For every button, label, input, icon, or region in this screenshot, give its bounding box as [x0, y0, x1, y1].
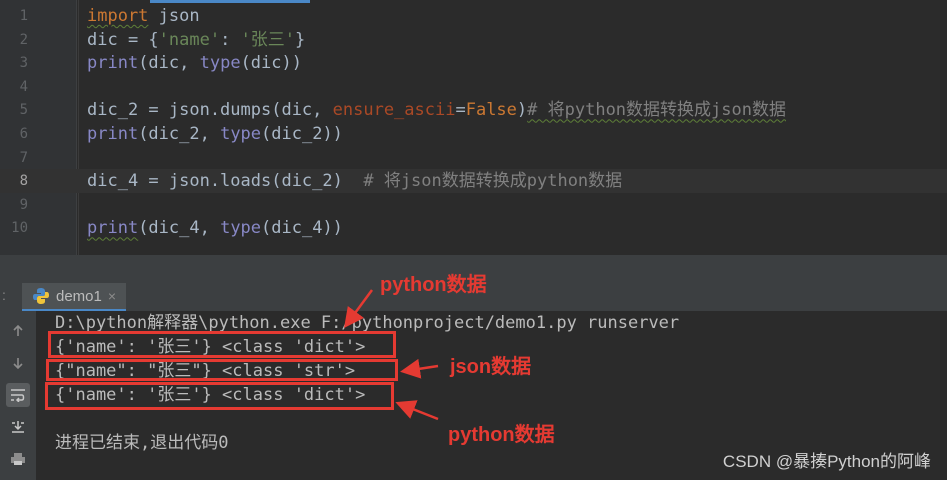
code-token: ensure_ascii	[332, 100, 456, 121]
code-text[interactable]: print(dic_4, type(dic_4))	[87, 216, 343, 240]
code-line[interactable]: 4	[0, 75, 947, 99]
code-token: '张三'	[240, 29, 296, 50]
line-number: 8	[19, 173, 28, 190]
code-token: (dic_2))	[261, 124, 343, 144]
print-icon[interactable]	[6, 447, 30, 471]
run-tab-demo1[interactable]: demo1 ×	[22, 283, 127, 311]
line-number: 6	[19, 126, 28, 142]
close-icon[interactable]: ×	[108, 288, 116, 304]
code-line[interactable]: 5 dic_2 = json.dumps(dic, ensure_ascii=Fa…	[0, 98, 947, 122]
code-token: print	[87, 218, 139, 239]
code-token: =	[455, 100, 466, 121]
code-token: (dic_2,	[138, 124, 221, 144]
code-text[interactable]: dic_4 = json.loads(dic_2) # 将json数据转换成py…	[87, 169, 622, 193]
code-token: dic_4 = json.loads(dic_2)	[87, 171, 364, 192]
line-number: 4	[19, 78, 28, 95]
code-token: # 将python数据转换成json数据	[527, 100, 786, 121]
line-number: 1	[19, 8, 28, 24]
code-token: (dic_4))	[261, 218, 343, 239]
annotation-label-python: python数据	[448, 424, 555, 446]
line-number: 7	[19, 149, 28, 166]
code-token: dic = {	[87, 29, 159, 50]
annotation-box-output2	[46, 359, 398, 381]
annotation-label-python: python数据	[380, 274, 487, 296]
code-token: dic_2 = json.dumps(dic,	[87, 100, 333, 121]
code-token: # 将json数据转换成python数据	[363, 171, 623, 192]
line-number: 3	[19, 55, 28, 72]
code-token: json	[148, 6, 200, 26]
watermark: CSDN @暴揍Python的阿峰	[722, 452, 931, 471]
code-token: type	[199, 53, 241, 74]
console-exit-message: 进程已结束,退出代码0	[55, 433, 229, 453]
scroll-to-end-icon[interactable]	[6, 415, 30, 439]
code-token: :	[220, 29, 241, 50]
line-number: 10	[11, 220, 28, 237]
annotation-box-output3	[45, 382, 394, 410]
active-tab-indicator	[150, 0, 310, 3]
code-text[interactable]: dic = {'name': '张三'}	[87, 28, 305, 52]
arrow-up-icon[interactable]	[6, 319, 30, 343]
code-token: import	[87, 6, 149, 26]
code-line[interactable]: 9	[0, 193, 947, 217]
line-number: 5	[19, 102, 28, 119]
code-line[interactable]: 6 print(dic_2, type(dic_2))	[0, 122, 947, 146]
code-token: (dic,	[138, 53, 200, 74]
code-token: )	[516, 100, 528, 121]
code-line[interactable]: 3 print(dic, type(dic))	[0, 51, 947, 75]
code-token: 'name'	[158, 29, 221, 50]
soft-wrap-icon[interactable]	[6, 383, 30, 407]
code-line[interactable]: 7	[0, 146, 947, 170]
code-token: type	[220, 124, 262, 144]
code-line[interactable]: 10 print(dic_4, type(dic_4))	[0, 216, 947, 240]
editor-tab-strip	[0, 0, 947, 3]
tool-window-menu-indicator[interactable]: :	[2, 287, 6, 303]
python-file-icon	[33, 288, 49, 304]
code-text[interactable]: print(dic, type(dic))	[87, 51, 302, 75]
code-token: False	[465, 100, 517, 121]
code-line[interactable]: 2 dic = {'name': '张三'}	[0, 28, 947, 52]
run-tab-label: demo1	[56, 287, 102, 305]
code-token: print	[87, 124, 139, 144]
arrow-down-icon[interactable]	[6, 351, 30, 375]
code-token: (dic_4,	[138, 218, 221, 239]
console-toolbar	[0, 311, 36, 480]
annotation-box-output1	[48, 331, 396, 358]
code-token: print	[87, 53, 139, 74]
code-line[interactable]: 8 dic_4 = json.loads(dic_2) # 将json数据转换成p…	[0, 169, 947, 194]
code-editor[interactable]: 1 import json 2 dic = {'name': '张三'} 3 print(…	[0, 0, 947, 255]
line-number: 2	[19, 31, 28, 48]
code-text[interactable]: print(dic_2, type(dic_2))	[87, 122, 343, 146]
annotation-label-json: json数据	[450, 356, 532, 378]
code-text[interactable]: dic_2 = json.dumps(dic, ensure_ascii=Fal…	[87, 98, 786, 122]
code-token: type	[220, 218, 262, 239]
code-text[interactable]: import json	[87, 4, 200, 28]
code-token: (dic))	[240, 53, 302, 74]
code-line[interactable]: 1 import json	[0, 4, 947, 28]
line-number: 9	[19, 196, 28, 213]
code-token: }	[295, 29, 306, 50]
